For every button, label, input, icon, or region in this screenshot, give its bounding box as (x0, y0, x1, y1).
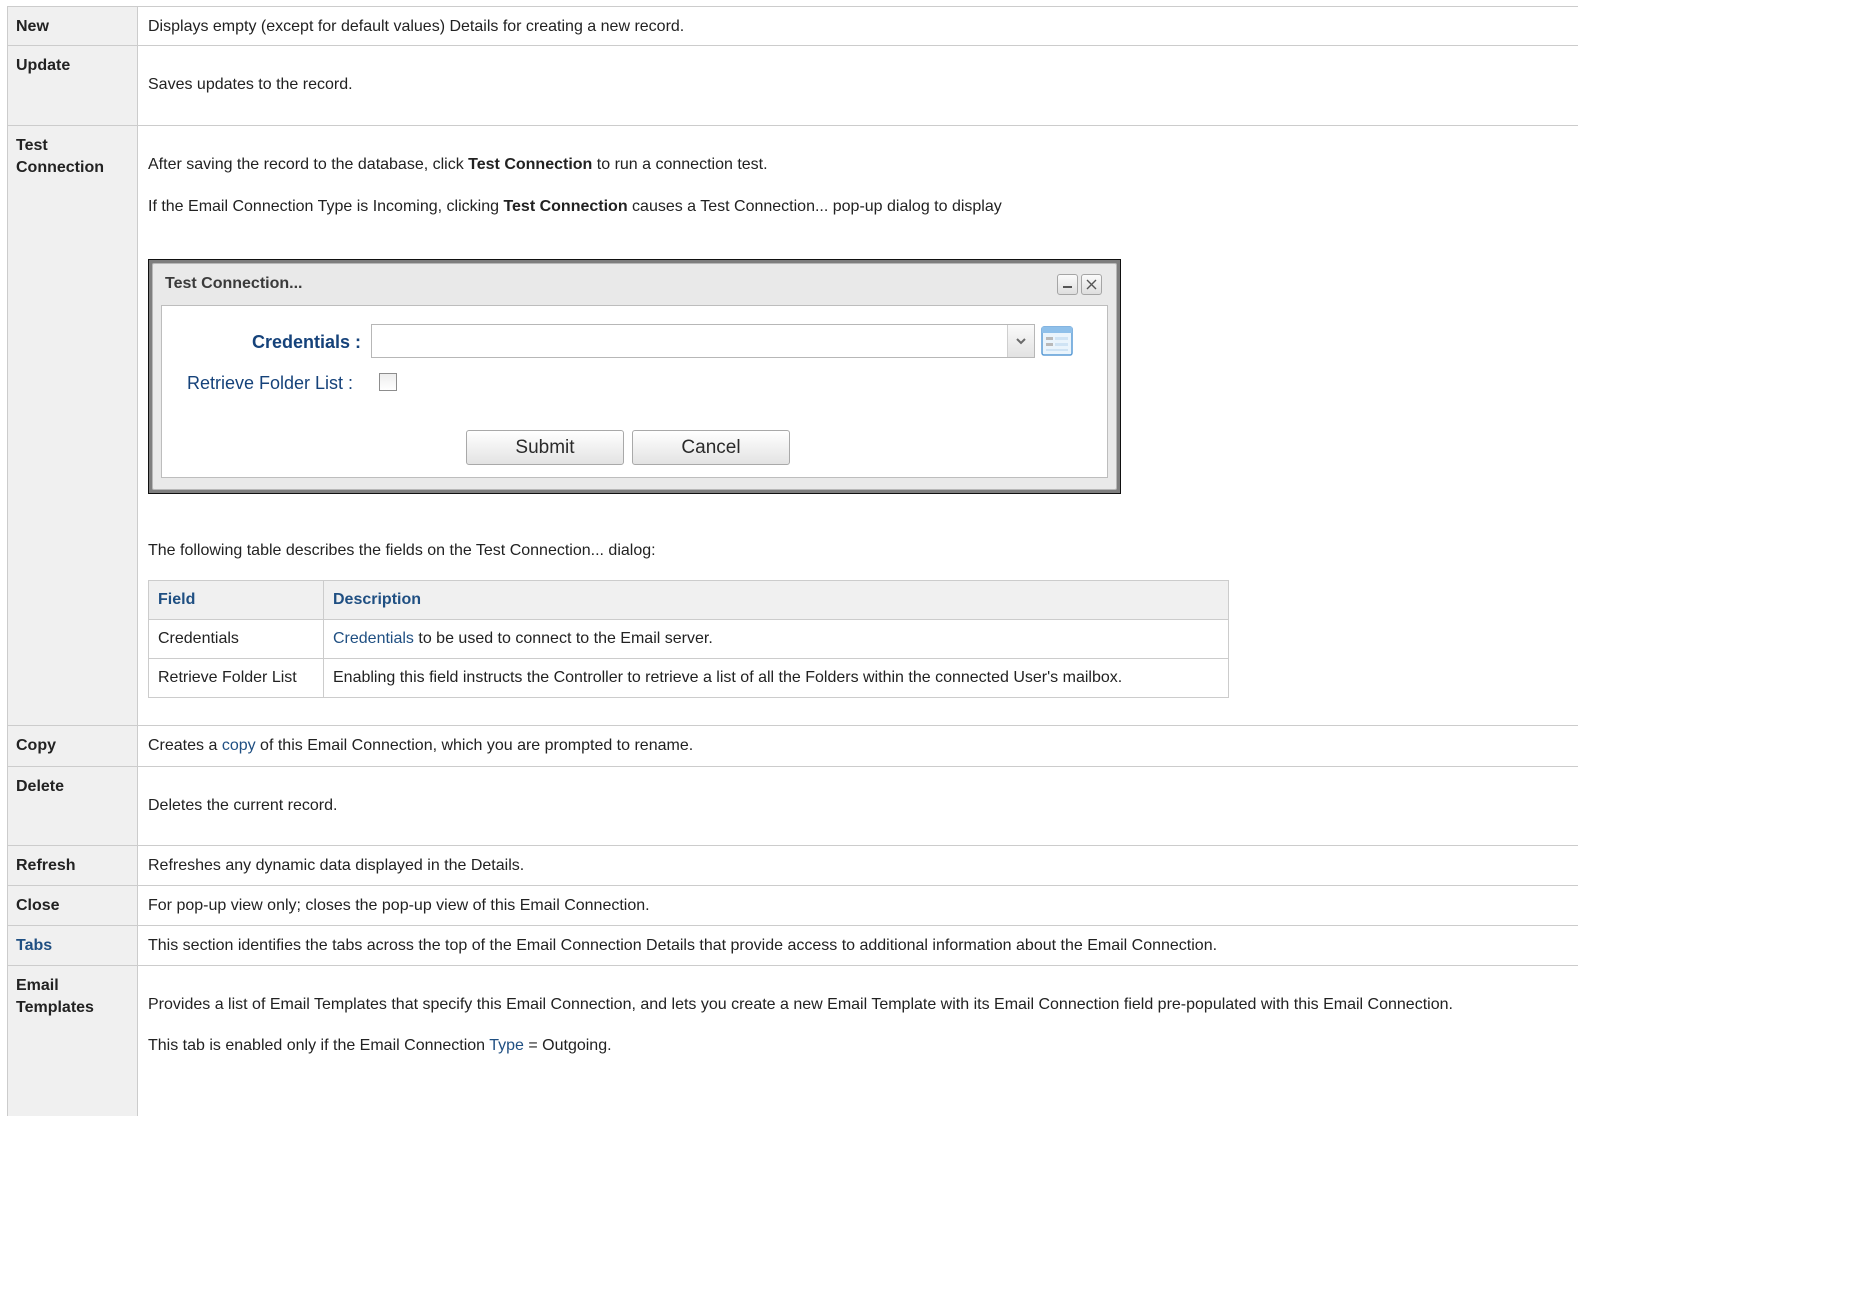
delete-description: Deletes the current record. (148, 797, 338, 814)
text-span: Creates a (148, 737, 222, 754)
tabs-description: This section identifies the tabs across … (148, 937, 1218, 954)
row-label-update: Update (8, 46, 138, 125)
row-update: Update Saves updates to the record. (8, 46, 1578, 126)
row-label-delete: Delete (8, 767, 138, 845)
minimize-icon[interactable] (1057, 274, 1078, 295)
row-label-new: New (8, 7, 138, 45)
text-span: Enabling this field instructs the Contro… (333, 669, 1123, 686)
email-templates-para-1: Provides a list of Email Templates that … (148, 996, 1453, 1013)
retrieve-folder-list-checkbox[interactable] (379, 373, 397, 391)
update-description: Saves updates to the record. (148, 76, 353, 93)
row-label-close: Close (8, 886, 138, 925)
field-name-cell: Credentials (148, 619, 324, 659)
bold-term: Test Connection (503, 198, 628, 215)
column-header-field: Field (148, 580, 324, 620)
dialog-body: Credentials : Retrieve Folder List: Sub… (161, 305, 1108, 478)
row-desc-copy: Creates a copy of this Email Connection,… (138, 726, 1578, 766)
text-span: This tab is enabled only if the Email Co… (148, 1037, 490, 1054)
new-description: Displays empty (except for default value… (148, 18, 685, 35)
table-header-row: Field Description (148, 580, 1229, 620)
table-row: Credentials Credentials to be used to co… (148, 619, 1229, 659)
column-header-description: Description (323, 580, 1229, 620)
row-desc-new: Displays empty (except for default value… (138, 7, 1578, 45)
dialog-window: Test Connection... Credentials : Retriev… (152, 263, 1117, 490)
row-label-tabs[interactable]: Tabs (8, 926, 138, 965)
cancel-button[interactable]: Cancel (632, 430, 790, 465)
text-span: causes a Test Connection... pop-up dialo… (627, 198, 1002, 215)
row-copy: Copy Creates a copy of this Email Connec… (8, 726, 1578, 767)
type-link[interactable]: Type (489, 1037, 524, 1054)
row-desc-test-connection: After saving the record to the database,… (138, 126, 1578, 725)
row-desc-tabs: This section identifies the tabs across … (138, 926, 1578, 965)
credentials-link[interactable]: Credentials (333, 630, 414, 647)
row-tabs: Tabs This section identifies the tabs ac… (8, 926, 1578, 966)
credentials-label: Credentials : (252, 332, 362, 352)
details-table: New Displays empty (except for default v… (7, 6, 1578, 1116)
row-desc-update: Saves updates to the record. (138, 46, 1578, 125)
test-connection-para-3: The following table describes the fields… (148, 542, 656, 559)
row-desc-email-templates: Provides a list of Email Templates that … (138, 966, 1578, 1116)
row-delete: Delete Deletes the current record. (8, 767, 1578, 846)
close-description: For pop-up view only; closes the pop-up … (148, 897, 650, 914)
test-connection-dialog-screenshot: Test Connection... Credentials : Retriev… (148, 259, 1121, 494)
bold-term: Test Connection (468, 156, 593, 173)
dialog-title: Test Connection... (165, 275, 303, 292)
row-desc-delete: Deletes the current record. (138, 767, 1578, 845)
close-icon[interactable] (1081, 274, 1102, 295)
test-connection-para-2: If the Email Connection Type is Incoming… (148, 196, 1568, 218)
text-span: to run a connection test. (592, 156, 768, 173)
text-span: = Outgoing. (523, 1037, 612, 1054)
text-span: After saving the record to the database,… (148, 156, 469, 173)
test-connection-para-1: After saving the record to the database,… (148, 154, 1568, 176)
copy-link[interactable]: copy (222, 737, 256, 754)
row-label-email-templates: Email Templates (8, 966, 138, 1116)
text-span: If the Email Connection Type is Incoming… (148, 198, 504, 215)
text-span: to be used to connect to the Email serve… (413, 630, 713, 647)
field-description-cell: Enabling this field instructs the Contro… (323, 658, 1229, 698)
row-new: New Displays empty (except for default v… (8, 7, 1578, 46)
credentials-combobox[interactable] (371, 324, 1035, 358)
refresh-description: Refreshes any dynamic data displayed in … (148, 857, 525, 874)
row-desc-refresh: Refreshes any dynamic data displayed in … (138, 846, 1578, 885)
row-test-connection: Test Connection After saving the record … (8, 126, 1578, 726)
text-span: of this Email Connection, which you are … (255, 737, 694, 754)
copy-description: Creates a copy of this Email Connection,… (148, 735, 1568, 757)
retrieve-folder-list-label: Retrieve Folder List : (187, 373, 354, 393)
email-templates-para-2: This tab is enabled only if the Email Co… (148, 1035, 1518, 1057)
row-label-test-connection: Test Connection (8, 126, 138, 725)
row-email-templates: Email Templates Provides a list of Email… (8, 966, 1578, 1116)
dialog-tools (1057, 274, 1102, 295)
submit-button[interactable]: Submit (466, 430, 624, 465)
row-label-copy: Copy (8, 726, 138, 766)
row-refresh: Refresh Refreshes any dynamic data displ… (8, 846, 1578, 886)
field-description-cell: Credentials to be used to connect to the… (323, 619, 1229, 659)
row-desc-close: For pop-up view only; closes the pop-up … (138, 886, 1578, 925)
dialog-fields-table: Field Description Credentials Credential… (148, 580, 1229, 698)
field-name-cell: Retrieve Folder List (148, 658, 324, 698)
chevron-down-icon[interactable] (1007, 325, 1034, 357)
row-close: Close For pop-up view only; closes the p… (8, 886, 1578, 926)
row-label-refresh: Refresh (8, 846, 138, 885)
credentials-lookup-icon[interactable] (1041, 326, 1073, 358)
table-row: Retrieve Folder List Enabling this field… (148, 658, 1229, 698)
